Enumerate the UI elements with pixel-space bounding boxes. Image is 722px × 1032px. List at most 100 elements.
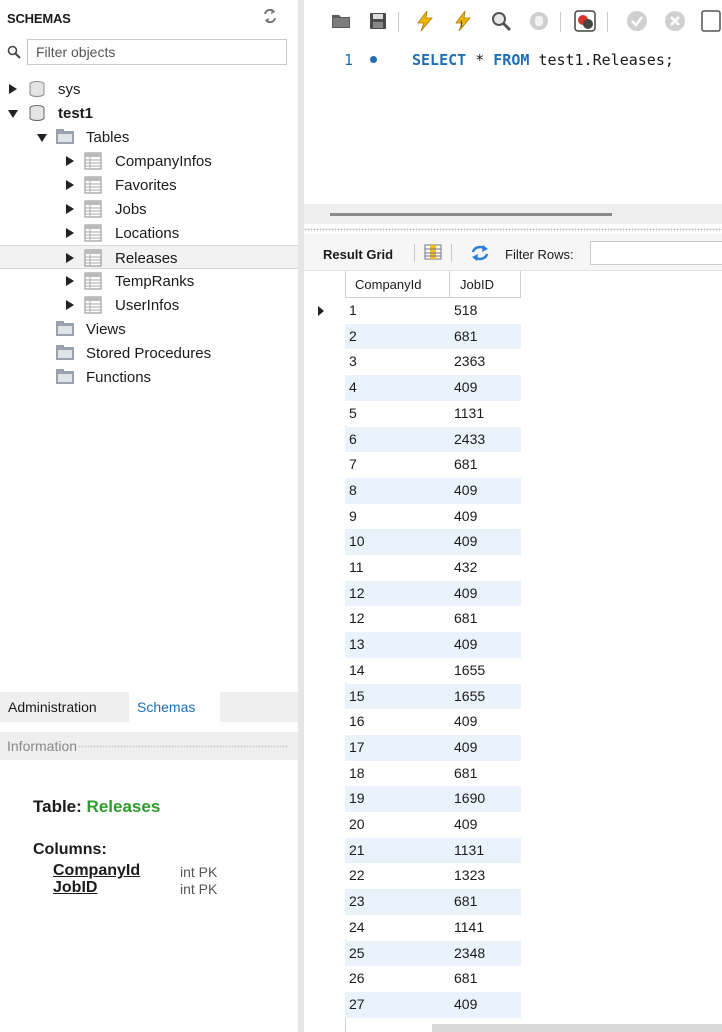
grid-cell-companyid[interactable]: 27 bbox=[345, 991, 450, 1018]
grid-cell-companyid[interactable]: 20 bbox=[345, 812, 450, 838]
expand-arrow-icon[interactable] bbox=[66, 228, 74, 238]
grid-cell-companyid[interactable]: 25 bbox=[345, 940, 450, 967]
grid-cell-jobid[interactable]: 681 bbox=[450, 323, 521, 350]
expand-arrow-icon[interactable] bbox=[66, 253, 74, 263]
grid-cell-jobid[interactable]: 409 bbox=[450, 734, 521, 761]
grid-cell-companyid[interactable]: 19 bbox=[345, 786, 450, 812]
stop-hand-icon[interactable] bbox=[528, 10, 550, 32]
result-grid[interactable]: CompanyId JobID 1 518 2 681 3 2363 4 409 5 1131 6 2… bbox=[304, 271, 722, 1032]
grid-cell-jobid[interactable]: 681 bbox=[450, 889, 521, 915]
grid-cell-companyid[interactable]: 4 bbox=[345, 375, 450, 401]
toggle-stop-on-error-icon[interactable] bbox=[574, 10, 596, 32]
grid-layout-icon[interactable] bbox=[424, 244, 442, 260]
tree-item-table[interactable]: Favorites bbox=[0, 173, 298, 197]
grid-cell-companyid[interactable]: 6 bbox=[345, 426, 450, 453]
editor-horizontal-scrollbar[interactable] bbox=[304, 204, 722, 224]
grid-cell-jobid[interactable]: 1131 bbox=[450, 400, 521, 427]
tree-item-table[interactable]: CompanyInfos bbox=[0, 149, 298, 173]
grid-cell-companyid[interactable]: 12 bbox=[345, 606, 450, 633]
grid-cell-jobid[interactable]: 518 bbox=[450, 298, 521, 324]
explain-magnifier-icon[interactable] bbox=[490, 10, 512, 32]
grid-cell-companyid[interactable]: 14 bbox=[345, 657, 450, 684]
tree-item-tables[interactable]: Tables bbox=[0, 125, 298, 149]
grid-cell-companyid[interactable]: 13 bbox=[345, 632, 450, 658]
scrollbar-thumb[interactable] bbox=[330, 213, 612, 216]
grid-cell-companyid[interactable]: 15 bbox=[345, 683, 450, 710]
grid-cell-jobid[interactable]: 409 bbox=[450, 632, 521, 658]
tree-item-table[interactable]: Locations bbox=[0, 221, 298, 245]
grid-cell-companyid[interactable]: 18 bbox=[345, 760, 450, 787]
tree-item-stored-procedures[interactable]: Stored Procedures bbox=[0, 341, 298, 365]
grid-cell-jobid[interactable]: 432 bbox=[450, 555, 521, 581]
grid-cell-companyid[interactable]: 24 bbox=[345, 914, 450, 941]
grid-cell-jobid[interactable]: 409 bbox=[450, 812, 521, 838]
autocommit-toggle-icon[interactable] bbox=[700, 10, 722, 32]
grid-cell-companyid[interactable]: 23 bbox=[345, 889, 450, 915]
splitter-handle[interactable] bbox=[304, 228, 722, 231]
tree-item-sys[interactable]: sys bbox=[0, 77, 298, 101]
grid-cell-jobid[interactable]: 1131 bbox=[450, 837, 521, 864]
grid-cell-companyid[interactable]: 10 bbox=[345, 529, 450, 555]
tree-item-views[interactable]: Views bbox=[0, 317, 298, 341]
grid-cell-companyid[interactable]: 22 bbox=[345, 863, 450, 890]
grid-cell-companyid[interactable]: 2 bbox=[345, 323, 450, 350]
expand-arrow-icon[interactable] bbox=[66, 276, 74, 286]
expand-arrow-icon[interactable] bbox=[9, 84, 17, 94]
rollback-icon[interactable] bbox=[664, 10, 686, 32]
tree-item-test1[interactable]: test1 bbox=[0, 101, 298, 125]
grid-cell-jobid[interactable]: 1141 bbox=[450, 914, 521, 941]
save-icon[interactable] bbox=[367, 10, 389, 32]
tree-item-functions[interactable]: Functions bbox=[0, 365, 298, 389]
grid-cell-companyid[interactable]: 21 bbox=[345, 837, 450, 864]
grid-cell-jobid[interactable]: 681 bbox=[450, 760, 521, 787]
expand-arrow-icon[interactable] bbox=[66, 180, 74, 190]
grid-cell-jobid[interactable]: 1690 bbox=[450, 786, 521, 812]
column-header-companyid[interactable]: CompanyId bbox=[345, 271, 450, 298]
grid-cell-jobid[interactable]: 409 bbox=[450, 709, 521, 735]
grid-cell-companyid[interactable]: 12 bbox=[345, 580, 450, 607]
tab-administration[interactable]: Administration bbox=[0, 692, 105, 722]
grid-cell-companyid[interactable]: 17 bbox=[345, 734, 450, 761]
grid-cell-jobid[interactable]: 681 bbox=[450, 606, 521, 633]
grid-cell-jobid[interactable]: 409 bbox=[450, 580, 521, 607]
expand-arrow-icon[interactable] bbox=[66, 204, 74, 214]
sql-statement[interactable]: SELECT * FROM test1.Releases; bbox=[412, 51, 674, 69]
grid-cell-companyid[interactable]: 1 bbox=[345, 298, 450, 324]
open-folder-icon[interactable] bbox=[330, 10, 352, 32]
filter-objects-input[interactable] bbox=[27, 39, 287, 65]
grid-cell-jobid[interactable]: 409 bbox=[450, 375, 521, 401]
grid-cell-jobid[interactable]: 409 bbox=[450, 991, 521, 1018]
grid-cell-jobid[interactable]: 1655 bbox=[450, 657, 521, 684]
expand-arrow-icon[interactable] bbox=[66, 300, 74, 310]
result-grid-tab[interactable]: Result Grid bbox=[323, 247, 393, 262]
column-name[interactable]: JobID bbox=[53, 879, 97, 897]
column-header-jobid[interactable]: JobID bbox=[450, 271, 521, 298]
tab-schemas[interactable]: Schemas bbox=[129, 692, 220, 722]
collapse-arrow-icon[interactable] bbox=[37, 134, 47, 142]
expand-arrow-icon[interactable] bbox=[66, 156, 74, 166]
grid-cell-jobid[interactable]: 2363 bbox=[450, 349, 521, 376]
grid-cell-companyid[interactable]: 5 bbox=[345, 400, 450, 427]
grid-cell-companyid[interactable]: 3 bbox=[345, 349, 450, 376]
grid-cell-jobid[interactable]: 2433 bbox=[450, 426, 521, 453]
grid-cell-jobid[interactable]: 681 bbox=[450, 452, 521, 478]
execute-current-icon[interactable]: I bbox=[452, 10, 474, 32]
grid-cell-jobid[interactable]: 409 bbox=[450, 503, 521, 530]
grid-cell-companyid[interactable]: 7 bbox=[345, 452, 450, 478]
grid-cell-jobid[interactable]: 1655 bbox=[450, 683, 521, 710]
grid-cell-companyid[interactable]: 11 bbox=[345, 555, 450, 581]
tree-item-table[interactable]: TempRanks bbox=[0, 269, 298, 293]
refresh-icon[interactable] bbox=[262, 8, 278, 24]
grid-cell-companyid[interactable]: 9 bbox=[345, 503, 450, 530]
grid-cell-jobid[interactable]: 409 bbox=[450, 529, 521, 555]
refresh-results-icon[interactable] bbox=[470, 244, 490, 262]
grid-cell-jobid[interactable]: 681 bbox=[450, 966, 521, 992]
column-name[interactable]: CompanyId bbox=[53, 862, 140, 880]
grid-cell-companyid[interactable]: 16 bbox=[345, 709, 450, 735]
commit-icon[interactable] bbox=[626, 10, 648, 32]
grid-cell-companyid[interactable]: 26 bbox=[345, 966, 450, 992]
grid-horizontal-scrollbar[interactable] bbox=[432, 1024, 722, 1032]
execute-lightning-icon[interactable] bbox=[414, 10, 436, 32]
drag-handle[interactable] bbox=[78, 745, 288, 748]
tree-item-table[interactable]: UserInfos bbox=[0, 293, 298, 317]
